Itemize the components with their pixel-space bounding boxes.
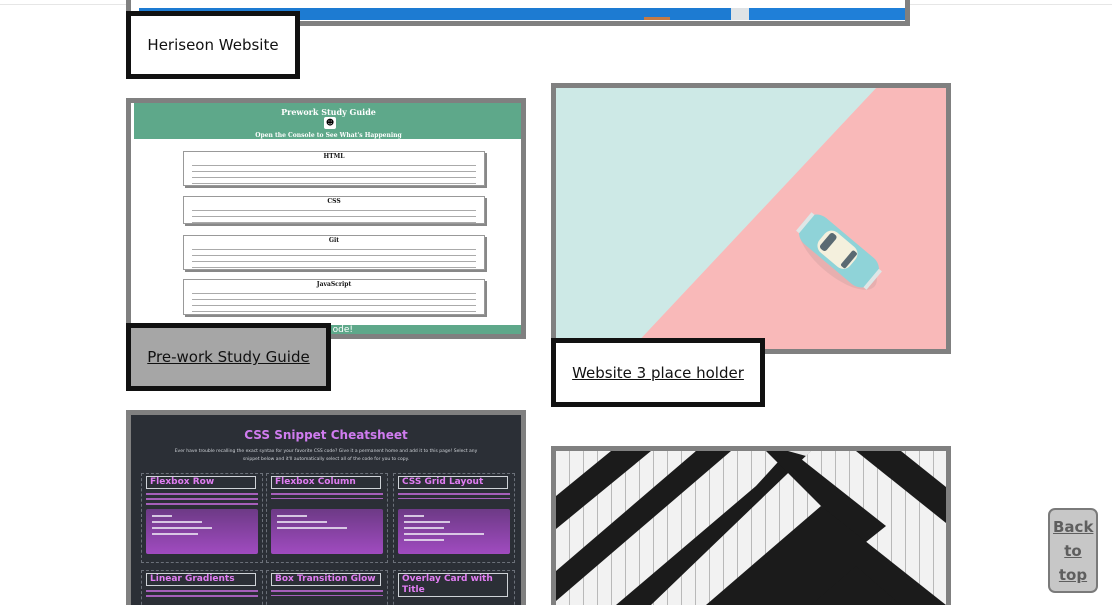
cheatsheet-panel-linear-gradients: Linear Gradients (141, 570, 263, 605)
heriseon-label-text: Heriseon Website (147, 36, 279, 54)
car-photo (556, 88, 946, 349)
website3-link[interactable]: Website 3 place holder (572, 364, 744, 382)
prework-thumb-title: Prework Study Guide (281, 107, 376, 117)
prework-label[interactable]: Pre-work Study Guide (126, 323, 331, 391)
heriseon-label: Heriseon Website (126, 11, 300, 79)
prework-thumb-footer: ode! (332, 325, 353, 335)
prework-logo-icon: ☻ (324, 117, 336, 129)
prework-section-git: Git (183, 235, 485, 270)
stripes-screenshot[interactable] (551, 446, 951, 605)
prework-section-javascript: JavaScript (183, 279, 485, 315)
cheatsheet-panel-css-grid-layout: CSS Grid Layout (393, 473, 515, 563)
prework-link[interactable]: Pre-work Study Guide (147, 348, 309, 366)
cheatsheet-panel-box-transition-glow: Box Transition Glow (266, 570, 388, 605)
back-to-top-link[interactable]: Back to top (1053, 515, 1093, 587)
cheatsheet-panel-overlay-card: Overlay Card with Title (393, 570, 515, 605)
stripes-photo (556, 451, 946, 605)
website3-screenshot[interactable] (551, 83, 951, 354)
cheatsheet-thumb-description: Ever have trouble recalling the exact sy… (174, 449, 478, 462)
prework-section-html: HTML (183, 151, 485, 186)
cheatsheet-thumb-title: CSS Snippet Cheatsheet (244, 428, 408, 442)
prework-screenshot[interactable]: Prework Study Guide ☻ Open the Console t… (126, 98, 526, 339)
back-to-top-button[interactable]: Back to top (1048, 508, 1098, 593)
website3-label[interactable]: Website 3 place holder (551, 338, 765, 407)
prework-section-css: CSS (183, 196, 485, 224)
cheatsheet-screenshot[interactable]: CSS Snippet Cheatsheet Ever have trouble… (126, 410, 526, 605)
prework-thumb-subtitle: Open the Console to See What's Happening (255, 132, 402, 139)
cheatsheet-panel-flexbox-row: Flexbox Row (141, 473, 263, 563)
cheatsheet-panel-flexbox-column: Flexbox Column (266, 473, 388, 563)
